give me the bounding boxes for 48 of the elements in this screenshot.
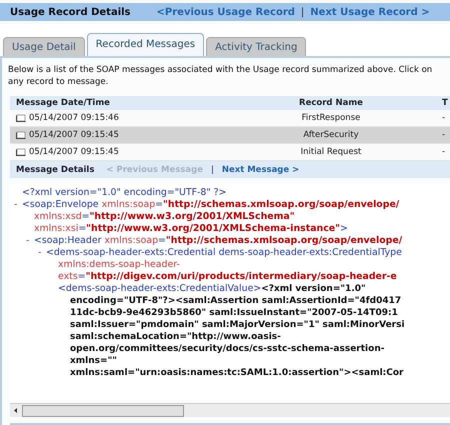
record-link[interactable]: Next Usage Record >	[310, 6, 430, 18]
next-message-link[interactable]: Next Message >	[222, 164, 300, 174]
xml-line: 11dc-bcb9-9e46293b5860" saml:IssueInstant="2007-05-14T09:1	[69, 307, 399, 319]
divider-text: |	[210, 164, 214, 174]
xml-line: xmlns:dems-soap-header-	[57, 259, 181, 271]
collapse-toggle[interactable]: -	[38, 247, 46, 379]
xml-line: encoding="UTF-8"?><saml:Assertion saml:AssertionId="4fd0417	[69, 295, 402, 307]
xml-line: <?xml version="1.0" encoding="UTF-8" ?>	[22, 187, 226, 199]
collapse-toggle[interactable]: -	[14, 199, 22, 379]
record-link[interactable]: <Previous Usage Record	[156, 6, 295, 18]
tab[interactable]: Recorded Messages	[86, 33, 204, 56]
divider-text: |	[300, 6, 304, 18]
message-icon	[16, 148, 26, 156]
message-icon	[16, 131, 26, 139]
table-cell: 05/14/2007 09:15:45	[29, 130, 119, 140]
table-cell-text: FirstResponse	[300, 113, 362, 123]
table-cell: 05/14/2007 09:15:46	[29, 113, 119, 123]
table-cell-text: -	[442, 130, 446, 140]
xml-line: saml:Issuer="pmdomain" saml:MajorVersion="1" saml:MinorVersi	[69, 319, 405, 331]
message-icon	[16, 114, 26, 122]
xml-line: exts="http://digev.com/uri/products/intermediary/soap-header-e	[57, 271, 398, 283]
tab[interactable]: Activity Tracking	[206, 37, 306, 56]
xml-line: <dems-soap-header-exts:Credential dems-soap-header-exts:CredentialType	[46, 247, 403, 259]
column-header: Message Date/Time	[15, 98, 111, 108]
xml-line: xmlns:saml="urn:oasis:names:tc:SAML:1.0:assertion"><saml:Cor	[69, 367, 404, 379]
table-cell-text: AfterSecurity	[302, 130, 360, 140]
column-header: T	[442, 98, 449, 108]
xml-line: xmlns:xsi="http://www.w3.org/2001/XMLSchema-instance">	[33, 223, 349, 235]
intro-text: Below is a list of the SOAP messages associated with the Usage record summarized above. Click on any record to message.	[8, 64, 434, 88]
collapse-toggle[interactable]: -	[26, 235, 34, 379]
horizontal-scrollbar[interactable]	[10, 403, 450, 417]
xml-line: <soap:Header xmlns:soap="http://schemas.xmlsoap.org/soap/envelope/	[34, 235, 404, 247]
xml-line: open.org/committees/security/docs/cs-sstc-schema-assertion-	[69, 343, 386, 355]
table-cell: 05/14/2007 09:15:45	[29, 147, 119, 157]
tab[interactable]: Usage Detail	[3, 37, 85, 56]
xml-line: <dems-soap-header-exts:CredentialValue><?xml version="1.0"	[58, 283, 367, 295]
header-title: Usage Record Details	[10, 6, 131, 18]
xml-line: saml:schemaLocation="http://www.oasis-	[69, 331, 282, 343]
table-cell-text: Initial Request	[300, 147, 362, 157]
table-cell-text: -	[442, 113, 446, 123]
xml-line: <soap:Envelope xmlns:soap="http://schemas.xmlsoap.org/soap/envelope/	[22, 199, 400, 211]
table-cell-text: -	[442, 147, 446, 157]
scroll-thumb[interactable]	[22, 404, 184, 416]
xml-line: xmlns=""	[69, 355, 118, 367]
column-header: Record Name	[298, 98, 364, 108]
xml-line: xmlns:xsd="http://www.w3.org/2001/XMLSchema"	[33, 211, 296, 223]
table-row[interactable]: 05/14/2007 09:15:45 AfterSecurity -	[10, 127, 450, 144]
details-title: Message Details	[16, 164, 94, 174]
